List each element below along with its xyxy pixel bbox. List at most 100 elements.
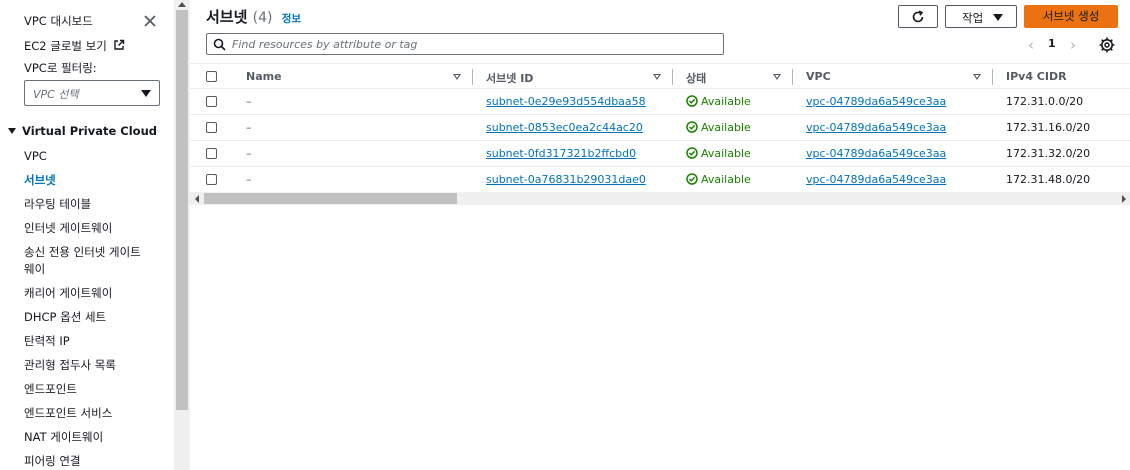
caret-down-icon [141, 90, 151, 97]
cell-vpc-link[interactable]: vpc-04789da6a549ce3aa [806, 121, 946, 134]
row-checkbox[interactable] [206, 96, 217, 107]
actions-button[interactable]: 작업 [945, 5, 1017, 28]
ec2-global-view-link[interactable]: EC2 글로벌 보기 [24, 38, 125, 54]
column-header-ipv4-cidr[interactable]: IPv4 CIDR [1006, 70, 1067, 83]
refresh-button[interactable] [898, 5, 938, 28]
actions-label: 작업 [962, 11, 984, 25]
state-text: Available [701, 147, 751, 160]
cell-state: Available [686, 173, 751, 186]
external-link-icon [114, 39, 125, 50]
expand-triangle-icon [8, 128, 16, 134]
cell-subnet-id-link[interactable]: subnet-0e29e93d554dbaa58 [486, 95, 646, 108]
state-text: Available [701, 95, 751, 108]
vpc-select-placeholder: VPC 선택 [33, 88, 79, 101]
table-horizontal-scrollbar[interactable] [190, 192, 1130, 205]
row-checkbox[interactable] [206, 122, 217, 133]
horizontal-scrollbar-thumb[interactable] [204, 193, 457, 204]
sidebar-item-peering-connections[interactable]: 피어링 연결 [24, 453, 81, 469]
cell-vpc-link[interactable]: vpc-04789da6a549ce3aa [806, 173, 946, 186]
refresh-icon [912, 10, 924, 23]
vpc-filter-select[interactable]: VPC 선택 [24, 80, 160, 106]
cell-name: – [246, 121, 252, 134]
column-divider[interactable] [792, 69, 793, 85]
sort-icon[interactable] [773, 74, 781, 80]
cell-state: Available [686, 121, 751, 134]
cell-subnet-id-link[interactable]: subnet-0853ec0ea2c44ac20 [486, 121, 643, 134]
sidebar-item-subnets[interactable]: 서브넷 [24, 172, 56, 188]
chevron-right-icon[interactable]: › [1070, 36, 1076, 54]
check-circle-icon [686, 147, 698, 159]
column-divider[interactable] [472, 69, 473, 85]
check-circle-icon [686, 95, 698, 107]
chevron-left-icon[interactable]: ‹ [1028, 36, 1034, 54]
scroll-left-arrow-icon[interactable] [195, 195, 199, 203]
sort-icon[interactable] [653, 74, 661, 80]
close-icon[interactable] [142, 13, 158, 29]
table-header-row: Name 서브넷 ID 상태 VPC IPv4 CIDR [190, 63, 1130, 89]
subnet-count: (4) [252, 10, 273, 26]
sidebar-item-carrier-gateways[interactable]: 캐리어 게이트웨이 [24, 285, 112, 301]
column-divider[interactable] [992, 69, 993, 85]
row-checkbox[interactable] [206, 148, 217, 159]
column-header-name[interactable]: Name [246, 70, 282, 83]
sidebar-item-route-tables[interactable]: 라우팅 테이블 [24, 196, 91, 212]
main-content: 서브넷 (4) 정보 작업 서브넷 생성 Find resources by a… [190, 0, 1130, 470]
cell-name: – [246, 173, 252, 186]
sidebar-item-elastic-ip[interactable]: 탄력적 IP [24, 333, 70, 349]
cell-ipv4-cidr: 172.31.0.0/20 [1006, 95, 1084, 108]
sidebar-scrollbar-thumb[interactable] [176, 10, 188, 410]
scroll-up-arrow-icon[interactable] [178, 2, 186, 7]
sidebar-item-nat-gateways[interactable]: NAT 게이트웨이 [24, 429, 103, 445]
cell-name: – [246, 95, 252, 108]
sidebar-item-managed-prefix-lists[interactable]: 관리형 접두사 목록 [24, 357, 116, 373]
subnets-table: Name 서브넷 ID 상태 VPC IPv4 CIDR – subnet-0e… [190, 63, 1130, 193]
search-placeholder: Find resources by attribute or tag [232, 38, 418, 51]
vpc-dashboard-link[interactable]: VPC 대시보드 [24, 13, 93, 29]
info-link[interactable]: 정보 [282, 13, 301, 25]
sidebar-item-egress-only-igw[interactable]: 송신 전용 인터넷 게이트 [24, 244, 141, 260]
create-subnet-button[interactable]: 서브넷 생성 [1024, 5, 1118, 28]
cell-ipv4-cidr: 172.31.16.0/20 [1006, 121, 1091, 134]
section-virtual-private-cloud[interactable]: Virtual Private Cloud [8, 124, 157, 138]
search-input[interactable]: Find resources by attribute or tag [206, 33, 724, 55]
table-row[interactable]: – subnet-0e29e93d554dbaa58 Available vpc… [190, 89, 1130, 115]
row-checkbox[interactable] [206, 174, 217, 185]
check-circle-icon [686, 121, 698, 133]
column-header-vpc[interactable]: VPC [806, 70, 831, 83]
ec2-global-view-label: EC2 글로벌 보기 [24, 39, 107, 53]
sidebar-item-vpc[interactable]: VPC [24, 148, 47, 164]
cell-vpc-link[interactable]: vpc-04789da6a549ce3aa [806, 147, 946, 160]
page-title: 서브넷 (4) 정보 [206, 6, 301, 27]
table-row[interactable]: – subnet-0fd317321b2ffcbd0 Available vpc… [190, 141, 1130, 167]
column-header-state[interactable]: 상태 [686, 70, 706, 86]
cell-state: Available [686, 95, 751, 108]
page-title-text: 서브넷 [206, 8, 248, 26]
cell-vpc-link[interactable]: vpc-04789da6a549ce3aa [806, 95, 946, 108]
cell-state: Available [686, 147, 751, 160]
state-text: Available [701, 173, 751, 186]
gear-icon[interactable] [1098, 36, 1116, 54]
sidebar-item-endpoint-services[interactable]: 엔드포인트 서비스 [24, 405, 112, 421]
cell-subnet-id-link[interactable]: subnet-0a76831b29031dae0 [486, 173, 646, 186]
cell-subnet-id-link[interactable]: subnet-0fd317321b2ffcbd0 [486, 147, 636, 160]
column-header-subnet-id[interactable]: 서브넷 ID [486, 70, 533, 86]
cell-name: – [246, 147, 252, 160]
caret-down-icon [993, 14, 1003, 21]
search-icon [213, 38, 226, 51]
sidebar-item-dhcp-option-sets[interactable]: DHCP 옵션 세트 [24, 309, 106, 325]
cell-ipv4-cidr: 172.31.32.0/20 [1006, 147, 1091, 160]
sidebar-item-internet-gateways[interactable]: 인터넷 게이트웨이 [24, 220, 112, 236]
scroll-right-arrow-icon[interactable] [1122, 195, 1126, 203]
sidebar-item-egress-only-igw-wrap[interactable]: 웨이 [24, 261, 45, 277]
select-all-checkbox[interactable] [206, 71, 217, 82]
sort-icon[interactable] [973, 74, 981, 80]
column-divider[interactable] [672, 69, 673, 85]
sidebar: VPC 대시보드 EC2 글로벌 보기 VPC로 필터링: VPC 선택 Vir… [0, 0, 174, 470]
sidebar-item-endpoints[interactable]: 엔드포인트 [24, 381, 77, 397]
table-row[interactable]: – subnet-0853ec0ea2c44ac20 Available vpc… [190, 115, 1130, 141]
current-page-number[interactable]: 1 [1048, 37, 1056, 50]
section-title: Virtual Private Cloud [22, 124, 158, 138]
sort-icon[interactable] [453, 74, 461, 80]
table-row[interactable]: – subnet-0a76831b29031dae0 Available vpc… [190, 167, 1130, 193]
state-text: Available [701, 121, 751, 134]
